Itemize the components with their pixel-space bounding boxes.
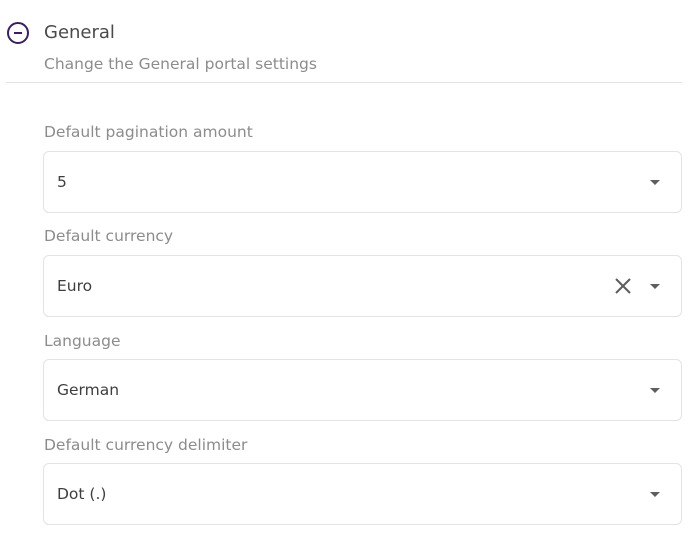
currency-value: Euro (57, 277, 93, 295)
language-label: Language (44, 332, 121, 350)
chevron-down-icon[interactable] (650, 180, 660, 185)
minus-circle-icon[interactable] (7, 22, 29, 44)
currency-delimiter-label: Default currency delimiter (44, 436, 248, 454)
currency-select[interactable]: Euro (43, 255, 682, 317)
section-title: General (44, 22, 115, 43)
section-header: General Change the General portal settin… (6, 18, 682, 83)
section-subtitle: Change the General portal settings (44, 55, 317, 73)
language-select[interactable]: German (43, 359, 682, 421)
language-value: German (57, 381, 120, 399)
currency-delimiter-select[interactable]: Dot (.) (43, 463, 682, 525)
currency-label: Default currency (44, 227, 174, 245)
close-icon[interactable] (613, 276, 633, 296)
pagination-amount-value: 5 (57, 173, 67, 191)
pagination-amount-select[interactable]: 5 (43, 151, 682, 213)
chevron-down-icon[interactable] (650, 492, 660, 497)
pagination-amount-label: Default pagination amount (44, 123, 253, 141)
chevron-down-icon[interactable] (650, 388, 660, 393)
chevron-down-icon[interactable] (650, 284, 660, 289)
currency-delimiter-value: Dot (.) (57, 485, 107, 503)
